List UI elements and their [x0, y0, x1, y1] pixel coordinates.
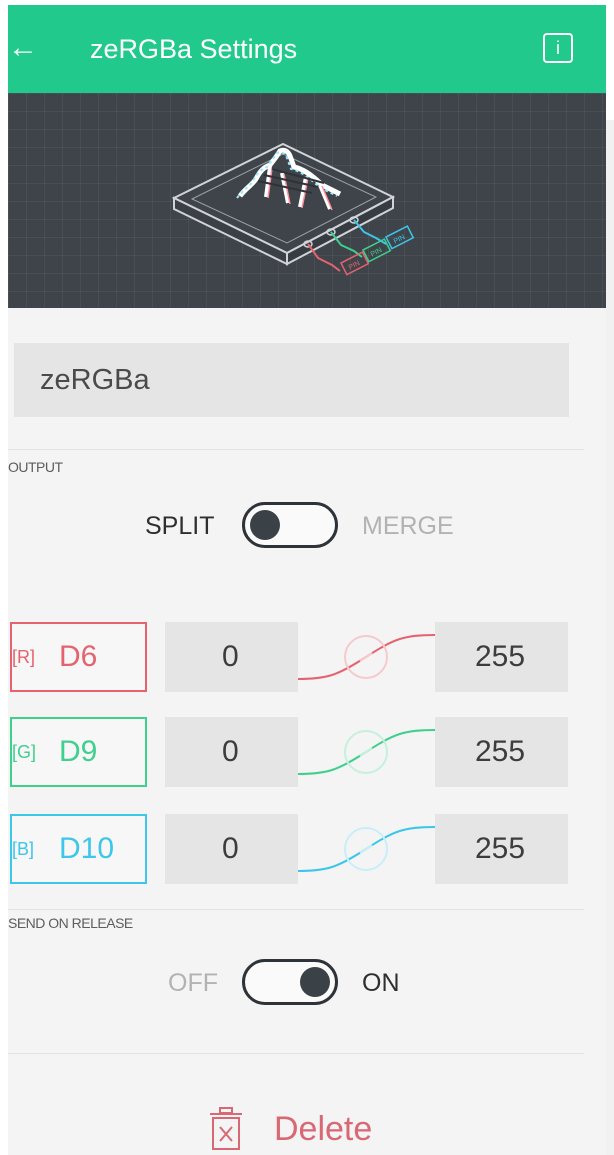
output-section-label: OUTPUT	[8, 459, 63, 475]
pin-channel-tag: [G]	[12, 742, 37, 762]
widget-name-input[interactable]	[14, 343, 569, 417]
send-on-release-toggle[interactable]	[242, 959, 338, 1005]
divider	[8, 1053, 584, 1054]
green-range-curve	[298, 729, 435, 775]
toggle-knob	[250, 510, 280, 540]
back-arrow-icon[interactable]: ←	[8, 31, 40, 65]
pin-tag-green: PIN	[370, 247, 384, 259]
pin-value: D6	[59, 640, 98, 673]
pin-selector-green[interactable]: [G] D9	[10, 717, 147, 787]
settings-screen: ← zeRGBa Settings i PIN PIN PIN zeRGBa O…	[8, 5, 606, 1155]
delete-label: Delete	[274, 1110, 373, 1148]
blue-max-input[interactable]	[435, 814, 568, 884]
green-max-input[interactable]	[435, 717, 568, 787]
page-title: zeRGBa Settings	[90, 34, 298, 64]
off-label[interactable]: OFF	[168, 968, 218, 998]
red-min-input[interactable]	[165, 622, 298, 692]
output-mode-toggle[interactable]	[242, 502, 338, 548]
pin-tag-blue: PIN	[393, 234, 407, 246]
divider	[8, 449, 584, 450]
background-edge	[606, 120, 614, 1155]
green-min-input[interactable]	[165, 717, 298, 787]
merge-label[interactable]: MERGE	[362, 511, 454, 541]
blue-min-input[interactable]	[165, 814, 298, 884]
blue-range-curve	[298, 826, 435, 872]
zergba-device-illustration: PIN PIN PIN	[171, 142, 415, 276]
trash-icon	[210, 1107, 242, 1150]
app-header: ← zeRGBa Settings i	[8, 5, 606, 93]
pin-value: D10	[59, 832, 115, 865]
split-label[interactable]: SPLIT	[145, 511, 214, 541]
red-max-input[interactable]	[435, 622, 568, 692]
pin-selector-red[interactable]: [R] D6	[10, 622, 147, 692]
pin-value: D9	[59, 735, 98, 768]
pin-tag-red: PIN	[348, 260, 362, 272]
pin-channel-tag: [R]	[12, 647, 36, 667]
info-icon[interactable]: i	[543, 33, 573, 63]
red-range-curve	[298, 634, 435, 680]
pin-selector-blue[interactable]: [B] D10	[10, 814, 147, 884]
pin-channel-tag: [B]	[12, 839, 35, 859]
on-label[interactable]: ON	[362, 968, 400, 998]
widget-illustration: PIN PIN PIN	[8, 93, 606, 308]
divider	[8, 909, 584, 910]
send-on-release-label: SEND ON RELEASE	[8, 915, 133, 931]
toggle-knob	[300, 967, 330, 997]
